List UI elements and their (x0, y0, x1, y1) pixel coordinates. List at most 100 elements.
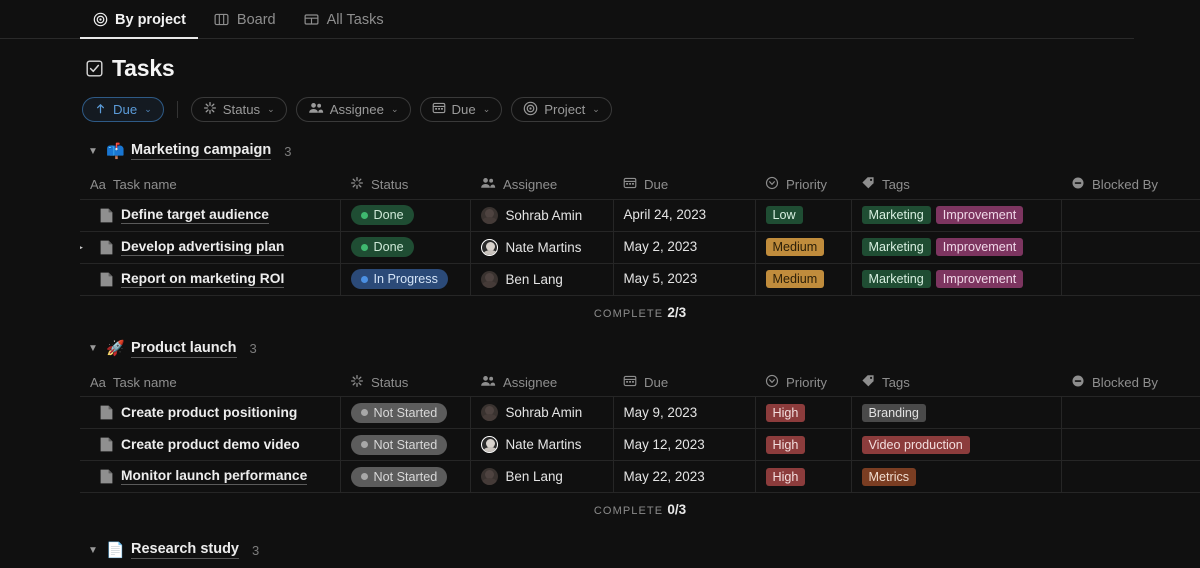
cell-status[interactable]: Not Started (340, 429, 470, 461)
cell-due-date[interactable]: April 24, 2023 (613, 199, 755, 231)
table-row[interactable]: Define target audienceDoneSohrab AminApr… (80, 199, 1200, 231)
cell-assignee[interactable]: Nate Martins (470, 231, 613, 263)
cell-priority[interactable]: High (755, 429, 851, 461)
cell-task-name[interactable]: Monitor launch performance (80, 461, 340, 493)
task-name-label: Develop advertising plan (121, 239, 284, 256)
cell-blocked-by[interactable] (1061, 397, 1200, 429)
arrow-up-icon (94, 102, 107, 118)
cell-assignee[interactable]: Sohrab Amin (470, 199, 613, 231)
cell-tags[interactable]: Video production (851, 429, 1061, 461)
task-group-count: 3 (250, 341, 257, 356)
page-doc-icon (100, 240, 113, 255)
expand-row-caret-icon[interactable]: ▶ (80, 242, 83, 253)
cell-tags[interactable]: MarketingImprovement (851, 231, 1061, 263)
cell-due-date[interactable]: May 9, 2023 (613, 397, 755, 429)
cell-priority[interactable]: Low (755, 199, 851, 231)
status-label: In Progress (374, 272, 438, 286)
complete-label: COMPLETE (594, 308, 663, 320)
cell-assignee[interactable]: Sohrab Amin (470, 397, 613, 429)
collapse-caret-icon[interactable]: ▼ (88, 343, 98, 354)
cell-task-name[interactable]: Report on marketing ROI (80, 263, 340, 295)
avatar (481, 239, 498, 256)
cell-status[interactable]: In Progress (340, 263, 470, 295)
cell-status[interactable]: Done (340, 231, 470, 263)
cell-due-date[interactable]: May 2, 2023 (613, 231, 755, 263)
cell-blocked-by[interactable] (1061, 263, 1200, 295)
tag-badge: Branding (862, 404, 926, 422)
column-header-status[interactable]: Status (340, 369, 470, 397)
cell-tags[interactable]: MarketingImprovement (851, 199, 1061, 231)
task-group-header[interactable]: ▼📫Marketing campaign3 (0, 140, 1200, 162)
filter-pill-project[interactable]: Project⌄ (511, 97, 612, 122)
task-group-header[interactable]: ▼📄Research study3 (0, 539, 1200, 561)
cell-status[interactable]: Not Started (340, 461, 470, 493)
collapse-caret-icon[interactable]: ▼ (88, 545, 98, 556)
table-row[interactable]: Create product positioning Not Started Soh… (80, 397, 1200, 429)
column-header-due[interactable]: Due (613, 369, 755, 397)
cell-priority[interactable]: Medium (755, 263, 851, 295)
cell-assignee[interactable]: Nate Martins (470, 429, 613, 461)
column-header-tags[interactable]: Tags (851, 369, 1061, 397)
cell-assignee[interactable]: Ben Lang (470, 461, 613, 493)
avatar (481, 436, 498, 453)
tab-by-project[interactable]: By project (80, 0, 198, 38)
text-type-icon: Aa (90, 177, 106, 192)
task-name-label: Create product positioning (121, 405, 297, 420)
filter-pill-due[interactable]: Due⌄ (420, 97, 503, 122)
tasks-page: By projectBoardAll Tasks Tasks Due⌄Statu… (0, 0, 1200, 568)
assignee-name: Sohrab Amin (506, 405, 583, 420)
cell-due-date[interactable]: May 5, 2023 (613, 263, 755, 295)
column-header-task-name[interactable]: AaTask name (80, 369, 340, 397)
table-row[interactable]: ▶ Develop advertising plan DoneNate Martin… (80, 231, 1200, 263)
tab-all-tasks[interactable]: All Tasks (292, 0, 396, 38)
column-header-task-name[interactable]: AaTask name (80, 171, 340, 199)
status-label: Not Started (374, 406, 438, 420)
column-header-tags[interactable]: Tags (851, 171, 1061, 199)
column-header-assignee[interactable]: Assignee (470, 171, 613, 199)
column-header-status[interactable]: Status (340, 171, 470, 199)
cell-blocked-by[interactable] (1061, 231, 1200, 263)
circle-chevron-down-icon (765, 374, 779, 391)
cell-tags[interactable]: MarketingImprovement (851, 263, 1061, 295)
cell-due-date[interactable]: May 22, 2023 (613, 461, 755, 493)
tab-board[interactable]: Board (202, 0, 288, 38)
cell-assignee[interactable]: Ben Lang (470, 263, 613, 295)
cell-task-name[interactable]: Define target audience (80, 199, 340, 231)
cell-priority[interactable]: High (755, 397, 851, 429)
cell-status[interactable]: Done (340, 199, 470, 231)
column-header-due[interactable]: Due (613, 171, 755, 199)
chevron-down-icon: ⌄ (144, 104, 152, 115)
cell-priority[interactable]: Medium (755, 231, 851, 263)
column-header-blocked-by[interactable]: Blocked By (1061, 369, 1200, 397)
column-header-priority[interactable]: Priority (755, 171, 851, 199)
cell-blocked-by[interactable] (1061, 461, 1200, 493)
collapse-caret-icon[interactable]: ▼ (88, 146, 98, 157)
table-row[interactable]: Report on marketing ROI In Progress Ben La… (80, 263, 1200, 295)
table-row[interactable]: Monitor launch performanceNot StartedBen… (80, 461, 1200, 493)
cell-task-name[interactable]: Create product positioning (80, 397, 340, 429)
cell-due-date[interactable]: May 12, 2023 (613, 429, 755, 461)
table-row[interactable]: Create product demo videoNot StartedNate… (80, 429, 1200, 461)
cell-task-name[interactable]: Create product demo video (80, 429, 340, 461)
cell-tags[interactable]: Metrics (851, 461, 1061, 493)
filter-pill-assignee[interactable]: Assignee⌄ (296, 97, 411, 122)
due-date-label: May 5, 2023 (624, 271, 698, 286)
tag-badge: Video production (862, 436, 970, 454)
column-header-blocked-by[interactable]: Blocked By (1061, 171, 1200, 199)
cell-blocked-by[interactable] (1061, 429, 1200, 461)
tag-badge: Marketing (862, 270, 931, 288)
cell-blocked-by[interactable] (1061, 199, 1200, 231)
cell-status[interactable]: Not Started (340, 397, 470, 429)
column-header-priority[interactable]: Priority (755, 369, 851, 397)
cell-task-name[interactable]: ▶ Develop advertising plan (80, 231, 340, 263)
filter-pill-status[interactable]: Status⌄ (191, 97, 287, 122)
tab-label: By project (115, 12, 186, 28)
column-header-label: Assignee (503, 375, 557, 390)
table-header-row: AaTask nameStatusAssigneeDuePriorityTags… (80, 171, 1200, 199)
cell-priority[interactable]: High (755, 461, 851, 493)
column-header-assignee[interactable]: Assignee (470, 369, 613, 397)
cell-tags[interactable]: Branding (851, 397, 1061, 429)
page-doc-icon (100, 437, 113, 452)
task-group-header[interactable]: ▼🚀Product launch3 (0, 338, 1200, 360)
filter-pill-due-sort[interactable]: Due⌄ (82, 97, 164, 122)
